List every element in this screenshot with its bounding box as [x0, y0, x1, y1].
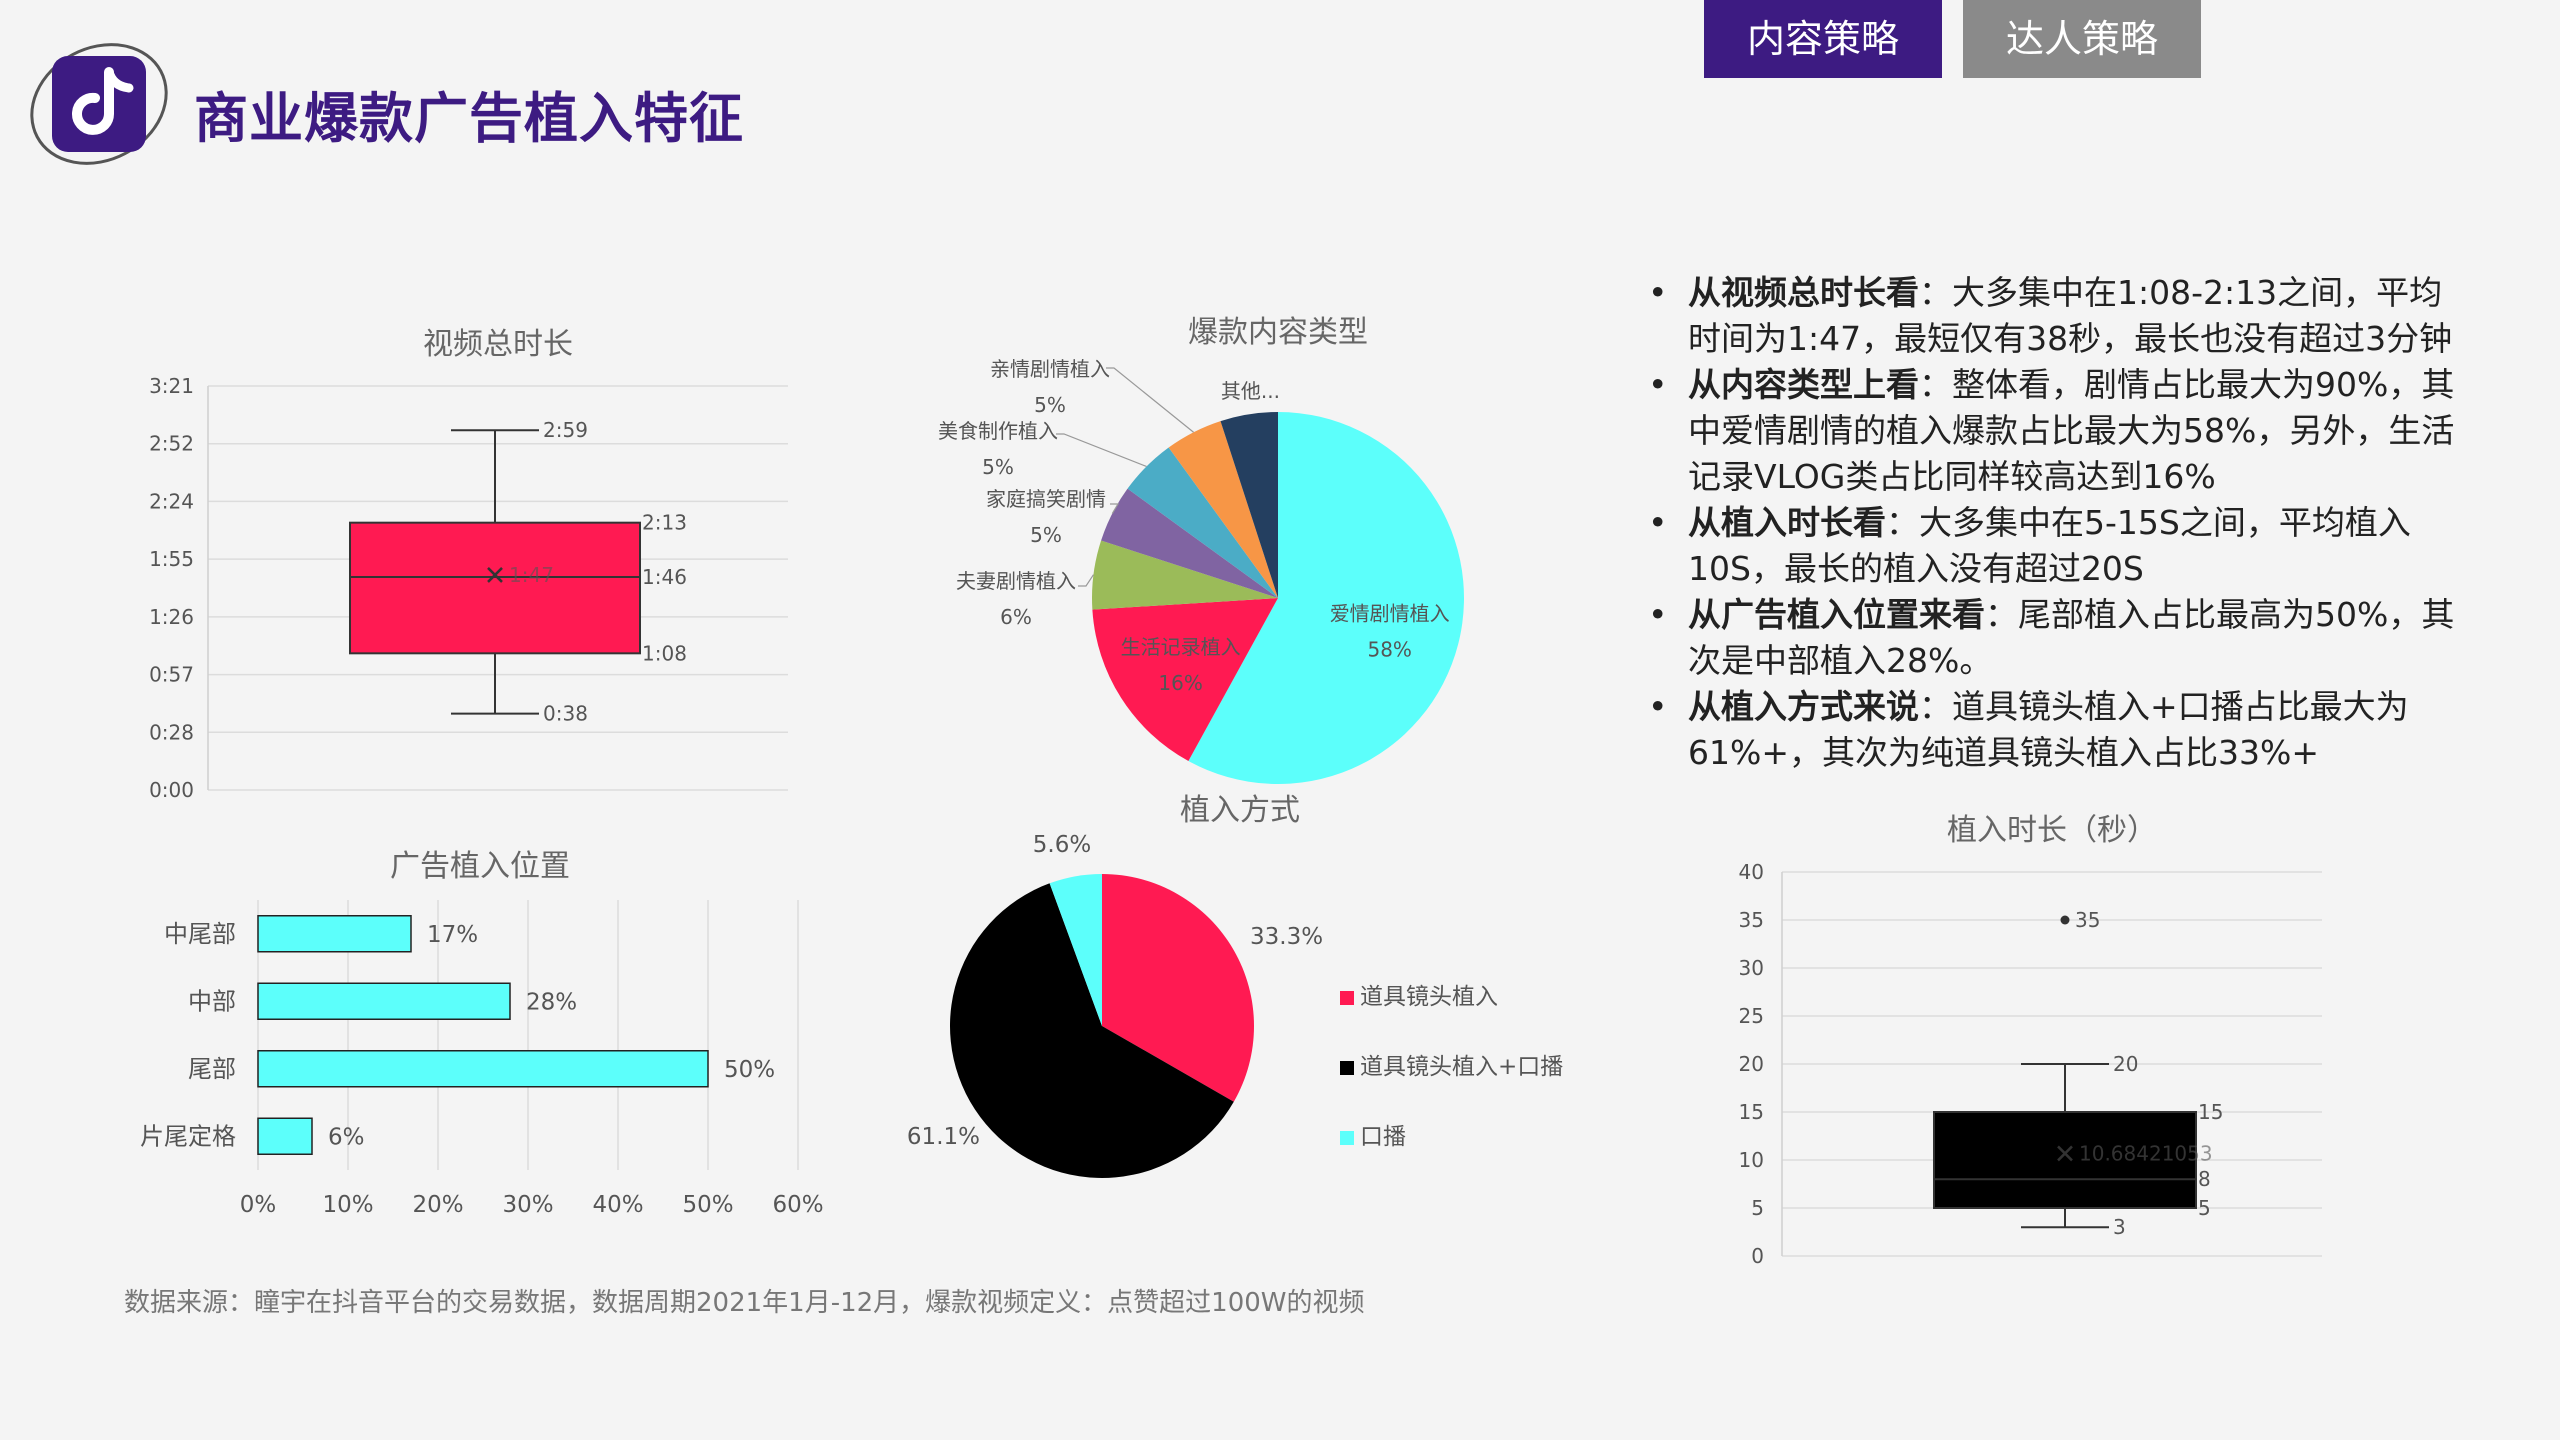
legend-swatch: [1340, 1061, 1354, 1075]
bar: [257, 1050, 709, 1088]
tab-content-strategy[interactable]: 内容策略: [1704, 0, 1942, 78]
x-tick-label: 20%: [412, 1192, 463, 1218]
chart-title: 植入时长（秒）: [1947, 813, 2157, 848]
category-label: 片尾定格: [140, 1122, 236, 1150]
slice-value-label: 5%: [1034, 393, 1066, 417]
q1-label: 1:08: [642, 641, 687, 665]
slice-name-label: 美食制作植入: [938, 419, 1058, 443]
x-tick-label: 0%: [240, 1192, 277, 1218]
bar: [257, 915, 412, 953]
max-label: 20: [2113, 1052, 2138, 1076]
legend-swatch: [1340, 1131, 1354, 1145]
legend-label: 道具镜头植入: [1360, 984, 1498, 1010]
y-tick-label: 0:00: [149, 778, 194, 802]
x-tick-label: 50%: [682, 1192, 733, 1218]
insight-item: 从广告植入位置来看：尾部植入占比最高为50%，其次是中部植入28%。: [1640, 592, 2470, 684]
slice-value-label: 6%: [1000, 605, 1032, 629]
y-tick-label: 0: [1751, 1244, 1764, 1268]
x-tick-label: 60%: [772, 1192, 823, 1218]
q3-label: 15: [2198, 1100, 2223, 1124]
slice-name-label: 夫妻剧情植入: [956, 569, 1076, 593]
y-tick-label: 2:24: [149, 489, 194, 513]
slice-value-label: 58%: [1367, 638, 1411, 662]
max-label: 2:59: [543, 418, 588, 442]
y-tick-label: 40: [1739, 860, 1764, 884]
tab-influencer-strategy[interactable]: 达人策略: [1963, 0, 2201, 78]
median-label: 1:46: [642, 565, 687, 589]
category-label: 中部: [188, 987, 236, 1015]
y-tick-label: 0:28: [149, 720, 194, 744]
bar-value-label: 50%: [724, 1057, 775, 1083]
slice-value-label: 16%: [1158, 671, 1202, 695]
data-source-note: 数据来源：瞳宇在抖音平台的交易数据，数据周期2021年1月-12月，爆款视频定义…: [124, 1288, 1365, 1318]
leader-line: [1056, 433, 1147, 468]
q1-label: 5: [2198, 1196, 2211, 1220]
legend-label: 道具镜头植入+口播: [1360, 1054, 1563, 1080]
y-tick-label: 2:52: [149, 432, 194, 456]
insight-item: 从内容类型上看：整体看，剧情占比最大为90%，其中爱情剧情的植入爆款占比最大为5…: [1640, 362, 2470, 500]
legend-swatch: [1340, 991, 1354, 1005]
bar: [257, 1117, 313, 1155]
slice-name-label: 家庭搞笑剧情: [986, 487, 1106, 511]
y-tick-label: 15: [1739, 1100, 1764, 1124]
slice-name-label: 生活记录植入: [1121, 635, 1241, 659]
leader-line: [1106, 367, 1194, 433]
slice-value-label: 5.6%: [1033, 832, 1091, 858]
slice-value-label: 33.3%: [1250, 924, 1323, 950]
bar: [257, 982, 511, 1020]
y-tick-label: 1:55: [149, 547, 194, 571]
slice-name-label: 其他...: [1221, 379, 1280, 403]
slice-value-label: 5%: [1030, 523, 1062, 547]
min-label: 3: [2113, 1215, 2126, 1239]
slice-value-label: 5%: [982, 455, 1014, 479]
y-tick-label: 0:57: [149, 663, 194, 687]
category-label: 尾部: [188, 1055, 236, 1083]
chart-title: 爆款内容类型: [1188, 315, 1368, 350]
y-tick-label: 25: [1739, 1004, 1764, 1028]
slice-value-label: 61.1%: [907, 1124, 980, 1150]
chart-title: 视频总时长: [423, 327, 573, 362]
x-tick-label: 10%: [322, 1192, 373, 1218]
y-tick-label: 5: [1751, 1196, 1764, 1220]
insight-item: 从植入时长看：大多集中在5-15S之间，平均植入10S，最长的植入没有超过20S: [1640, 500, 2470, 592]
mean-label: 10.68421053: [2079, 1141, 2213, 1165]
placement-duration-chart: 植入时长（秒） 0 5 10 15 20 25 30 35 40 10.68421053 20 3 15 8…: [1739, 813, 2322, 1268]
x-tick-label: 40%: [592, 1192, 643, 1218]
min-label: 0:38: [543, 702, 588, 726]
q3-label: 2:13: [642, 511, 687, 535]
mean-label: 1:47: [509, 563, 554, 587]
insight-item: 从视频总时长看：大多集中在1:08-2:13之间，平均时间为1:47，最短仅有3…: [1640, 270, 2470, 362]
leader-line: [1078, 574, 1094, 587]
insight-item: 从植入方式来说：道具镜头植入+口播占比最大为61%+，其次为纯道具镜头植入占比3…: [1640, 684, 2470, 776]
douyin-logo: [30, 43, 168, 165]
y-tick-label: 30: [1739, 956, 1764, 980]
legend-label: 口播: [1360, 1124, 1406, 1150]
insight-list: 从视频总时长看：大多集中在1:08-2:13之间，平均时间为1:47，最短仅有3…: [1640, 270, 2470, 776]
outlier-point: [2060, 915, 2070, 925]
y-tick-label: 1:26: [149, 605, 194, 629]
box-iqr: [349, 521, 641, 655]
median-label: 8: [2198, 1167, 2211, 1191]
placement-method-chart: 植入方式 33.3% 61.1% 5.6% 道具镜头植入道具镜头植入+口播口播: [907, 793, 1563, 1178]
chart-title: 广告植入位置: [390, 849, 570, 884]
page-title: 商业爆款广告植入特征: [194, 87, 744, 150]
y-tick-label: 35: [1739, 908, 1764, 932]
content-type-chart: 爆款内容类型爱情剧情植入58%生活记录植入16%其他...亲情剧情植入5%美食制…: [938, 315, 1464, 784]
x-tick-label: 30%: [502, 1192, 553, 1218]
outlier-label: 35: [2075, 908, 2100, 932]
y-tick-label: 3:21: [149, 374, 194, 398]
slice-name-label: 爱情剧情植入: [1330, 602, 1450, 626]
bar-value-label: 28%: [526, 989, 577, 1015]
bar-value-label: 17%: [427, 922, 478, 948]
y-tick-label: 20: [1739, 1052, 1764, 1076]
bar-value-label: 6%: [328, 1124, 365, 1150]
ad-position-chart: 广告植入位置 0% 10% 20% 30% 40% 50% 60% 中尾部 17% 中部 28% 尾部 5…: [140, 849, 824, 1218]
video-duration-chart: 视频总时长 0:00 0:28 0:57 1:26 1:55 2:24 2:52 3:21 1:4…: [149, 327, 788, 802]
slice-name-label: 亲情剧情植入: [990, 357, 1110, 381]
y-tick-label: 10: [1739, 1148, 1764, 1172]
chart-title: 植入方式: [1180, 793, 1300, 828]
category-label: 中尾部: [164, 920, 236, 948]
